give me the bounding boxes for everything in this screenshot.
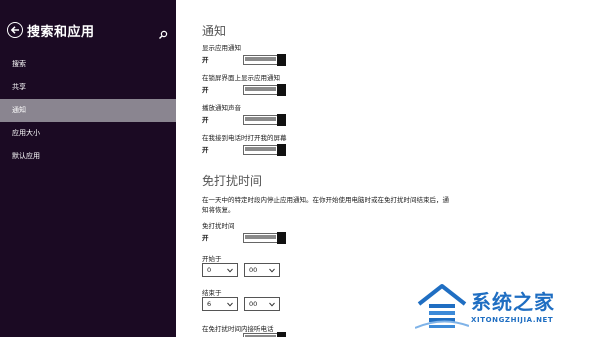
sidebar-item-app-sizes[interactable]: 应用大小 xyxy=(0,122,176,145)
start-time-label: 开始于 xyxy=(202,255,222,263)
lock-screen-notifications-toggle[interactable] xyxy=(243,84,286,96)
setting-quiet-hours: 免打扰时间 开 xyxy=(202,222,532,244)
end-minute-select[interactable]: 00 xyxy=(244,297,280,311)
sidebar-nav: 搜索 共享 通知 应用大小 默认应用 xyxy=(0,53,176,168)
chevron-down-icon xyxy=(227,302,233,307)
setting-label: 播放通知声音 xyxy=(202,104,241,112)
setting-label: 在我接到电话时打开我的屏幕 xyxy=(202,134,287,142)
toggle-thumb[interactable] xyxy=(277,332,286,337)
setting-label: 在锁屏界面上显示应用通知 xyxy=(202,74,280,82)
setting-screen-on-calls: 在我接到电话时打开我的屏幕 开 xyxy=(202,134,532,156)
setting-lock-screen-notifications: 在锁屏界面上显示应用通知 开 xyxy=(202,74,532,96)
quiet-hours-heading: 免打扰时间 xyxy=(202,174,263,188)
end-hour-select[interactable]: 6 xyxy=(202,297,238,311)
settings-sidebar: 搜索和应用 搜索 共享 通知 应用大小 默认应用 xyxy=(0,0,176,337)
notification-sounds-toggle[interactable] xyxy=(243,114,286,126)
house-logo-icon xyxy=(415,284,469,329)
site-watermark: 系统之家 XITONGZHIJIA.NET xyxy=(415,280,595,336)
select-value: 00 xyxy=(249,266,258,274)
toggle-thumb[interactable] xyxy=(277,114,286,126)
search-button[interactable] xyxy=(158,25,168,39)
start-hour-select[interactable]: 0 xyxy=(202,263,238,277)
back-button[interactable] xyxy=(7,22,23,38)
watermark-url: XITONGZHIJIA.NET xyxy=(471,316,554,324)
sidebar-item-default-apps[interactable]: 默认应用 xyxy=(0,145,176,168)
quiet-hours-calls-toggle[interactable] xyxy=(243,332,286,337)
toggle-thumb[interactable] xyxy=(277,84,286,96)
toggle-thumb[interactable] xyxy=(277,232,286,244)
search-icon xyxy=(159,30,168,39)
back-arrow-icon xyxy=(10,26,19,34)
toggle-state: 开 xyxy=(202,116,209,124)
sidebar-item-notifications[interactable]: 通知 xyxy=(0,99,176,122)
setting-notification-sounds: 播放通知声音 开 xyxy=(202,104,532,126)
quiet-hours-description: 在一天中的特定时段内停止应用通知。在你开始使用电脑时或在免打扰时间结束后，通知将… xyxy=(202,196,449,214)
toggle-state: 开 xyxy=(202,146,209,154)
setting-label: 显示应用通知 xyxy=(202,44,241,52)
chevron-down-icon xyxy=(269,302,275,307)
sidebar-item-share[interactable]: 共享 xyxy=(0,76,176,99)
chevron-down-icon xyxy=(269,268,275,273)
select-value: 6 xyxy=(207,300,212,308)
toggle-state: 开 xyxy=(202,86,209,94)
quiet-hours-toggle[interactable] xyxy=(243,232,286,244)
sidebar-item-search[interactable]: 搜索 xyxy=(0,53,176,76)
toggle-state: 开 xyxy=(202,56,209,64)
sidebar-title: 搜索和应用 xyxy=(27,25,95,40)
screen-on-calls-toggle[interactable] xyxy=(243,144,286,156)
select-value: 00 xyxy=(249,300,258,308)
select-value: 0 xyxy=(207,266,212,274)
setting-show-app-notifications: 显示应用通知 开 xyxy=(202,44,532,66)
notifications-heading: 通知 xyxy=(202,24,227,38)
toggle-thumb[interactable] xyxy=(277,144,286,156)
toggle-state: 开 xyxy=(202,234,209,242)
show-app-notifications-toggle[interactable] xyxy=(243,54,286,66)
watermark-text: 系统之家 xyxy=(471,290,555,314)
quiet-hours-calls-label: 在免打扰时间内接听电话 xyxy=(202,325,274,333)
end-time-label: 结束于 xyxy=(202,289,222,297)
toggle-thumb[interactable] xyxy=(277,54,286,66)
start-minute-select[interactable]: 00 xyxy=(244,263,280,277)
chevron-down-icon xyxy=(227,268,233,273)
setting-label: 免打扰时间 xyxy=(202,222,235,230)
